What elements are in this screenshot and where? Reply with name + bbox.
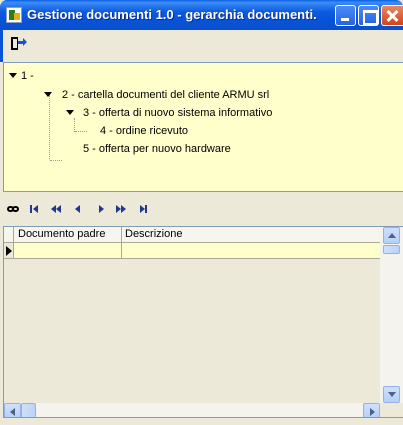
header-indicator-cell (4, 227, 14, 242)
next-record-icon[interactable] (93, 201, 109, 217)
scroll-left-button[interactable] (4, 403, 21, 417)
cell-documento-padre[interactable] (15, 243, 122, 259)
first-record-icon[interactable] (27, 201, 43, 217)
row-indicator-cell (4, 243, 14, 258)
scroll-right-button[interactable] (363, 403, 380, 417)
scrollbar-corner (380, 403, 403, 417)
column-header-descrizione[interactable]: Descrizione (122, 227, 380, 243)
collapse-icon[interactable] (66, 110, 74, 115)
collapse-icon[interactable] (44, 92, 52, 97)
scroll-up-button[interactable] (383, 227, 400, 244)
tree-node-5[interactable]: 5 - offerta per nuovo hardware (83, 142, 231, 156)
grid-header: Documento padre Descrizione (4, 227, 380, 243)
previous-page-icon[interactable] (49, 201, 65, 217)
next-page-icon[interactable] (113, 201, 129, 217)
last-record-icon[interactable] (136, 201, 152, 217)
tree-connector (74, 118, 75, 132)
minimize-button[interactable] (335, 5, 356, 26)
tree-connector (75, 131, 87, 132)
maximize-button[interactable] (358, 5, 379, 26)
window-title: Gestione documenti 1.0 - gerarchia docum… (27, 7, 317, 22)
record-navigator (3, 196, 403, 222)
documents-grid[interactable]: Documento padre Descrizione (3, 226, 403, 418)
main-window: Gestione documenti 1.0 - gerarchia docum… (0, 0, 403, 425)
vertical-scroll-thumb[interactable] (383, 245, 400, 254)
tree-node-3[interactable]: 3 - offerta di nuovo sistema informativo (83, 106, 272, 120)
horizontal-scroll-thumb[interactable] (21, 403, 36, 417)
table-row[interactable] (4, 243, 380, 259)
tree-connector (50, 160, 62, 161)
horizontal-scrollbar[interactable] (4, 403, 380, 417)
tree-node-1[interactable]: 1 - (21, 69, 34, 83)
link-icon[interactable] (7, 205, 19, 213)
scroll-down-button[interactable] (383, 386, 400, 403)
app-icon[interactable] (6, 7, 22, 23)
cell-descrizione[interactable] (122, 243, 380, 259)
previous-record-icon[interactable] (70, 201, 86, 217)
toolbar (0, 30, 403, 62)
exit-icon[interactable] (11, 37, 27, 51)
current-row-icon (6, 246, 12, 256)
column-header-documento-padre[interactable]: Documento padre (15, 227, 122, 243)
tree-connector (49, 95, 50, 159)
collapse-icon[interactable] (9, 73, 17, 78)
document-tree[interactable]: 1 - 2 - cartella documenti del cliente A… (3, 62, 403, 192)
tree-node-2[interactable]: 2 - cartella documenti del cliente ARMU … (62, 88, 269, 102)
tree-node-4[interactable]: 4 - ordine ricevuto (100, 124, 188, 138)
title-bar[interactable]: Gestione documenti 1.0 - gerarchia docum… (0, 0, 403, 30)
close-button[interactable] (381, 5, 403, 26)
vertical-scrollbar[interactable] (380, 227, 403, 403)
